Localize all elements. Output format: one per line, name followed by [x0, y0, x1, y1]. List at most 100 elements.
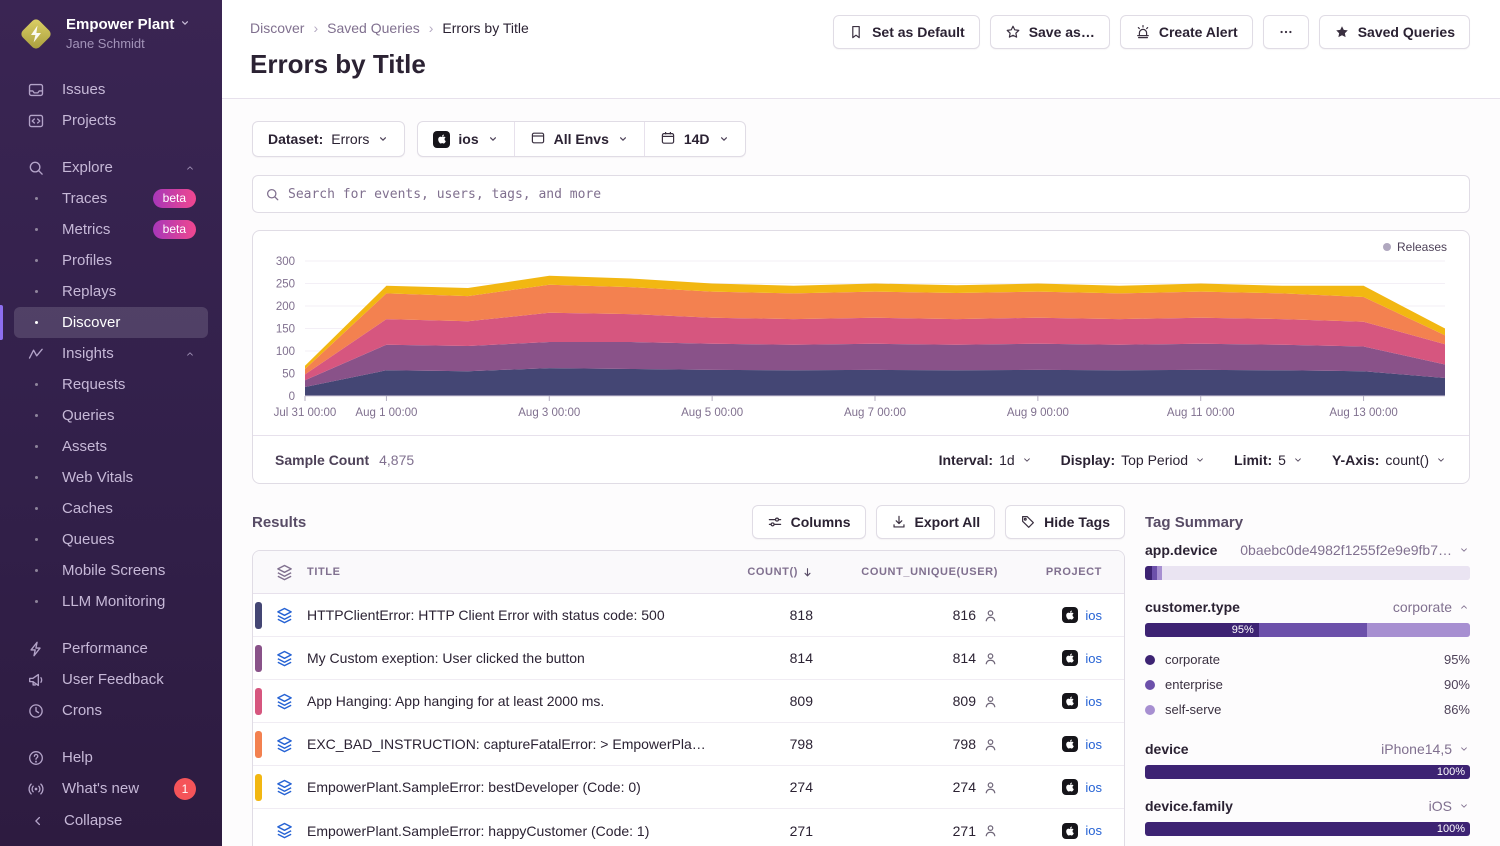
display-select[interactable]: Display: Top Period	[1061, 452, 1206, 468]
sidebar-collapse-button[interactable]: Collapse	[0, 805, 222, 836]
sidebar-item-crons[interactable]: Crons	[14, 695, 208, 726]
sidebar-item-help[interactable]: Help	[14, 742, 208, 773]
breadcrumb-item[interactable]: Discover	[250, 20, 304, 36]
columns-button[interactable]: Columns	[752, 505, 866, 539]
tag-legend-row[interactable]: self-serve 86%	[1145, 697, 1470, 722]
export-all-button[interactable]: Export All	[876, 505, 996, 539]
sidebar-item-projects[interactable]: Projects	[14, 105, 208, 136]
tag-top-value[interactable]: 0baebc0de4982f1255f2e9e9fb7…	[1240, 542, 1470, 558]
org-switcher[interactable]: Empower Plant Jane Schmidt	[0, 0, 222, 66]
table-row[interactable]: EXC_BAD_INSTRUCTION: captureFatalError: …	[253, 723, 1124, 766]
stack-icon[interactable]	[275, 692, 294, 711]
sidebar-item-llm-monitoring[interactable]: LLM Monitoring	[14, 586, 208, 617]
date-range-filter[interactable]: 14D	[644, 122, 745, 156]
stack-icon[interactable]	[275, 778, 294, 797]
environment-filter[interactable]: All Envs	[514, 122, 644, 156]
table-row[interactable]: EmpowerPlant.SampleError: happyCustomer …	[253, 809, 1124, 846]
saved-queries-button[interactable]: Saved Queries	[1319, 15, 1470, 49]
count-unique-value: 271	[953, 823, 976, 839]
tag-distribution-bar[interactable]: 95%	[1145, 623, 1470, 637]
create-alert-button[interactable]: Create Alert	[1120, 15, 1253, 49]
bullet-icon	[26, 197, 46, 200]
table-row[interactable]: EmpowerPlant.SampleError: bestDeveloper …	[253, 766, 1124, 809]
table-row[interactable]: HTTPClientError: HTTP Client Error with …	[253, 594, 1124, 637]
error-title[interactable]: EXC_BAD_INSTRUCTION: captureFatalError: …	[307, 736, 719, 752]
tag-distribution-bar[interactable]: 100%	[1145, 765, 1470, 779]
sidebar-item-explore[interactable]: Explore	[14, 152, 208, 183]
sidebar-item-discover[interactable]: Discover	[14, 307, 208, 338]
hide-tags-button[interactable]: Hide Tags	[1005, 505, 1125, 539]
dataset-label: Dataset:	[268, 131, 323, 147]
sidebar-item-issues[interactable]: Issues	[14, 74, 208, 105]
sidebar-item-requests[interactable]: Requests	[14, 369, 208, 400]
sidebar-item-traces[interactable]: Tracesbeta	[14, 183, 208, 214]
help-icon	[26, 748, 46, 768]
apple-icon	[1062, 823, 1078, 839]
tag-top-value[interactable]: iPhone14,5	[1381, 741, 1470, 757]
error-title[interactable]: EmpowerPlant.SampleError: bestDeveloper …	[307, 779, 719, 795]
sidebar-item-web-vitals[interactable]: Web Vitals	[14, 462, 208, 493]
dataset-filter[interactable]: Dataset: Errors	[252, 121, 405, 157]
chart-controls: Interval: 1d Display: Top Period Limit: …	[939, 452, 1447, 468]
tag-distribution-bar[interactable]	[1145, 566, 1470, 580]
sidebar-item-label: Profiles	[62, 252, 112, 269]
error-title[interactable]: App Hanging: App hanging for at least 20…	[307, 693, 719, 709]
sidebar: Empower Plant Jane Schmidt IssuesProject…	[0, 0, 222, 846]
sidebar-item-label: Mobile Screens	[62, 562, 165, 579]
tag-legend-row[interactable]: corporate 95%	[1145, 647, 1470, 672]
sidebar-item-what-s-new[interactable]: What's new1	[14, 773, 208, 804]
set-as-default-button[interactable]: Set as Default	[833, 15, 980, 49]
sidebar-item-assets[interactable]: Assets	[14, 431, 208, 462]
projects-icon	[26, 111, 46, 131]
tag-distribution-bar[interactable]: 100%	[1145, 822, 1470, 836]
project-link[interactable]: ios	[1085, 694, 1102, 709]
stack-icon[interactable]	[275, 821, 294, 840]
sidebar-item-mobile-screens[interactable]: Mobile Screens	[14, 555, 208, 586]
project-filter[interactable]: ios	[418, 122, 513, 156]
yaxis-select[interactable]: Y-Axis: count()	[1332, 452, 1447, 468]
sidebar-item-queries[interactable]: Queries	[14, 400, 208, 431]
save-as--button[interactable]: Save as…	[990, 15, 1110, 49]
table-row[interactable]: My Custom exeption: User clicked the but…	[253, 637, 1124, 680]
stack-icon[interactable]	[275, 606, 294, 625]
tag-top-value[interactable]: corporate	[1393, 599, 1470, 615]
error-title[interactable]: EmpowerPlant.SampleError: happyCustomer …	[307, 823, 719, 839]
sidebar-item-queues[interactable]: Queues	[14, 524, 208, 555]
column-header-count[interactable]: COUNT()	[719, 566, 819, 578]
project-link[interactable]: ios	[1085, 651, 1102, 666]
project-link[interactable]: ios	[1085, 780, 1102, 795]
project-link[interactable]: ios	[1085, 737, 1102, 752]
more-options-button[interactable]	[1263, 15, 1309, 49]
stack-icon[interactable]	[275, 735, 294, 754]
column-header-project[interactable]: PROJECT	[1004, 566, 1124, 578]
tag-legend-row[interactable]: enterprise 90%	[1145, 672, 1470, 697]
limit-select[interactable]: Limit: 5	[1234, 452, 1304, 468]
project-link[interactable]: ios	[1085, 823, 1102, 838]
stacked-area-chart[interactable]: 050100150200250300Jul 31 00:00Aug 1 00:0…	[253, 231, 1469, 435]
star-icon	[1005, 24, 1021, 40]
tag-block-device-family: device.family iOS 100%	[1145, 798, 1470, 836]
sidebar-item-metrics[interactable]: Metricsbeta	[14, 214, 208, 245]
sidebar-item-insights[interactable]: Insights	[14, 338, 208, 369]
sidebar-item-profiles[interactable]: Profiles	[14, 245, 208, 276]
error-title[interactable]: HTTPClientError: HTTP Client Error with …	[307, 607, 719, 623]
sidebar-item-user-feedback[interactable]: User Feedback	[14, 664, 208, 695]
sidebar-item-replays[interactable]: Replays	[14, 276, 208, 307]
sidebar-item-performance[interactable]: Performance	[14, 633, 208, 664]
column-header-count-unique[interactable]: COUNT_UNIQUE(USER)	[819, 566, 1004, 578]
interval-select[interactable]: Interval: 1d	[939, 452, 1033, 468]
search-input[interactable]	[288, 187, 1457, 202]
tag-top-value[interactable]: iOS	[1429, 798, 1470, 814]
legend-percent: 90%	[1444, 677, 1470, 692]
select-value: count()	[1385, 452, 1429, 468]
sidebar-item-label: Queries	[62, 407, 115, 424]
breadcrumb-item[interactable]: Saved Queries	[327, 20, 420, 36]
sidebar-item-caches[interactable]: Caches	[14, 493, 208, 524]
calendar-icon	[660, 130, 676, 149]
sidebar-item-label: Traces	[62, 190, 107, 207]
table-row[interactable]: App Hanging: App hanging for at least 20…	[253, 680, 1124, 723]
project-link[interactable]: ios	[1085, 608, 1102, 623]
stack-icon[interactable]	[275, 649, 294, 668]
error-title[interactable]: My Custom exeption: User clicked the but…	[307, 650, 719, 666]
column-header-title[interactable]: TITLE	[307, 566, 719, 578]
